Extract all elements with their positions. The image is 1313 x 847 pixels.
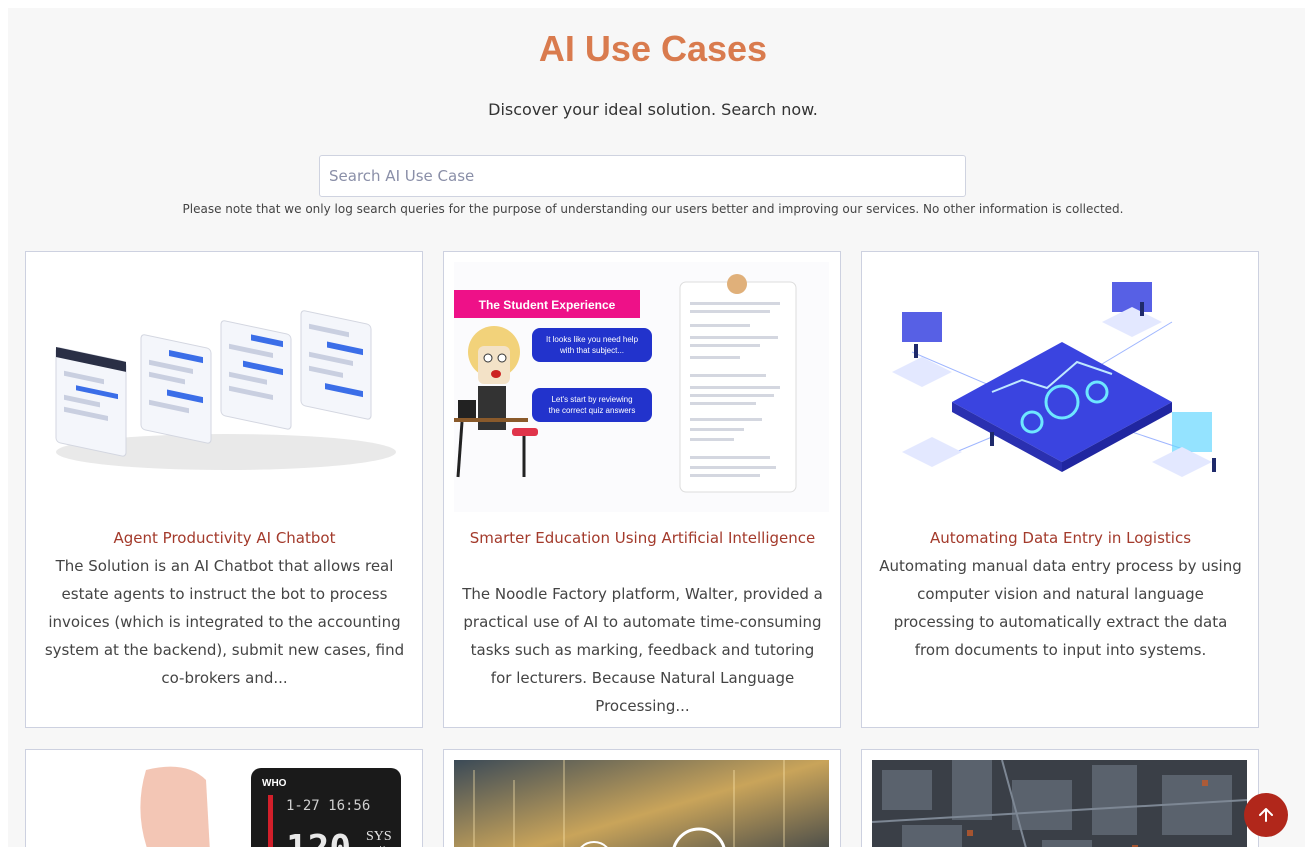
search-input[interactable] [319, 155, 966, 197]
card-title[interactable]: Smarter Education Using Artificial Intel… [460, 524, 825, 552]
use-case-card[interactable]: WHO 1-27 16:56 120 SYS mmHg [25, 749, 423, 847]
card-image-factory-tech [454, 760, 829, 847]
banner-text: The Student Experience [479, 298, 616, 312]
card-description: The Solution is an AI Chatbot that allow… [44, 557, 405, 687]
card-description: Automating manual data entry process by … [879, 557, 1242, 659]
card-image-blood-pressure: WHO 1-27 16:56 120 SYS mmHg [36, 760, 411, 847]
card-title[interactable]: Automating Data Entry in Logistics [878, 524, 1243, 552]
arrow-up-icon [1259, 808, 1273, 822]
svg-text:It looks like you need help: It looks like you need help [546, 335, 639, 344]
use-case-card[interactable]: Agent Productivity AI Chatbot The Soluti… [25, 251, 423, 728]
card-image-student-experience: The Student Experience It looks like you… [454, 262, 829, 512]
svg-text:with that subject...: with that subject... [559, 346, 624, 355]
card-title[interactable]: Agent Productivity AI Chatbot [42, 524, 407, 552]
card-description: The Noodle Factory platform, Walter, pro… [462, 585, 823, 715]
card-image-city-aerial [872, 760, 1247, 847]
device-time: 1-27 16:56 [286, 798, 370, 814]
page-title: AI Use Cases [538, 28, 768, 69]
svg-text:Let's start by reviewing: Let's start by reviewing [551, 395, 632, 404]
page-subtitle: Discover your ideal solution. Search now… [488, 100, 818, 119]
privacy-notice: Please note that we only log search quer… [182, 202, 1124, 216]
device-reading: 120 [286, 828, 351, 847]
card-image-chatbot [36, 262, 411, 512]
device-sys: SYS [366, 829, 392, 844]
use-case-card[interactable] [861, 749, 1259, 847]
svg-text:the correct quiz answers: the correct quiz answers [549, 406, 636, 415]
page-container: AI Use Cases Discover your ideal solutio… [8, 8, 1305, 847]
card-image-data-entry [872, 262, 1247, 512]
use-case-card[interactable] [443, 749, 841, 847]
use-case-card[interactable]: The Student Experience It looks like you… [443, 251, 841, 728]
scroll-to-top-button[interactable] [1244, 793, 1288, 837]
device-label-who: WHO [262, 778, 287, 789]
use-case-card[interactable]: Automating Data Entry in Logistics Autom… [861, 251, 1259, 728]
